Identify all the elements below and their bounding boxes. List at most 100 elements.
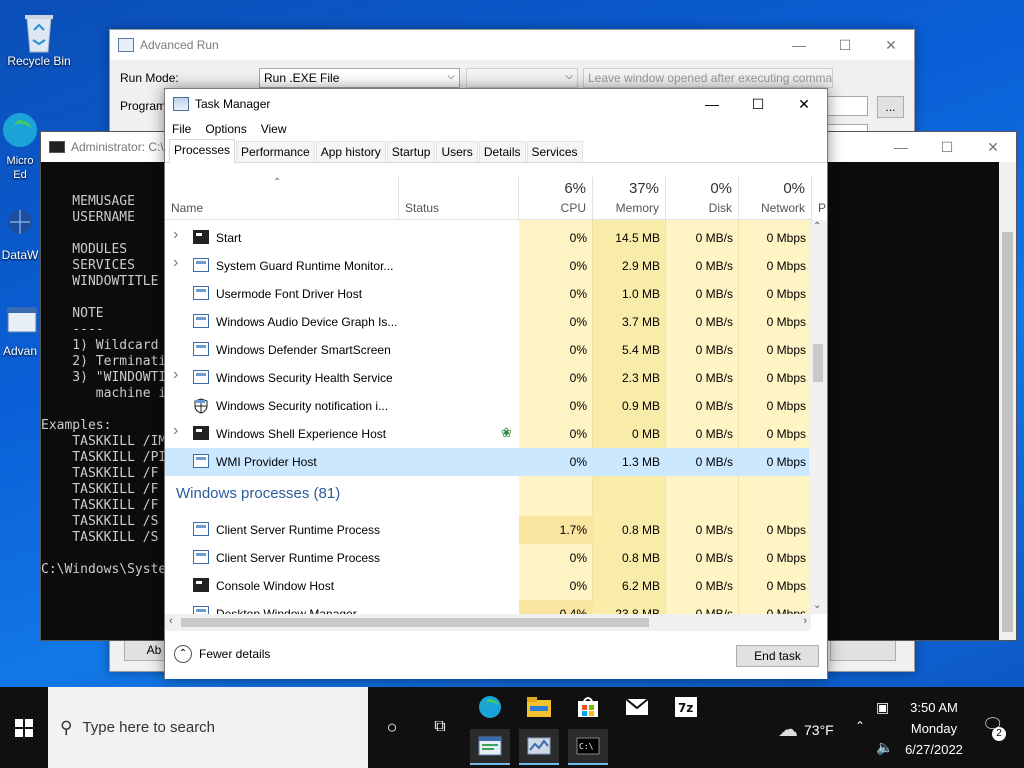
process-list-hscrollbar[interactable]: ‹ › bbox=[165, 614, 811, 631]
process-row[interactable]: WMI Provider Host 0% 1.3 MB 0 MB/s 0 Mbps bbox=[165, 448, 811, 476]
process-row[interactable]: Console Window Host 0% 6.2 MB 0 MB/s 0 Mbps bbox=[165, 572, 811, 600]
tab-performance[interactable]: Performance bbox=[236, 141, 315, 162]
process-list-scrollbar-thumb[interactable] bbox=[813, 344, 823, 382]
process-row[interactable]: Windows Audio Device Graph Is... 0% 3.7 MB… bbox=[165, 308, 811, 336]
fewer-details-button[interactable]: ⌃ Fewer details bbox=[174, 645, 270, 663]
process-name-cell: WMI Provider Host bbox=[165, 448, 519, 476]
tab-startup[interactable]: Startup bbox=[386, 141, 436, 162]
column-disk[interactable]: 0% Disk bbox=[666, 177, 739, 220]
advanced-run-titlebar[interactable]: Advanced Run — ☐ ✕ bbox=[110, 30, 914, 60]
process-name: Desktop Window Manager bbox=[216, 607, 357, 614]
process-row[interactable]: Windows Defender SmartScreen 0% 5.4 MB 0 MB… bbox=[165, 336, 811, 364]
taskbar-search[interactable]: ⚲ Type here to search bbox=[48, 687, 368, 768]
close-icon[interactable]: ✕ bbox=[970, 132, 1016, 162]
show-hidden-icons[interactable]: ⌃ bbox=[855, 719, 865, 733]
7zip-icon[interactable]: 7z bbox=[666, 689, 706, 725]
scroll-right-icon[interactable]: › bbox=[803, 615, 807, 627]
minimize-icon[interactable]: — bbox=[689, 89, 735, 119]
weather-widget[interactable]: ☁ 73°F bbox=[778, 717, 834, 742]
column-status[interactable]: Status bbox=[399, 177, 519, 220]
tab-details[interactable]: Details bbox=[478, 141, 526, 162]
chevron-right-icon[interactable]: › bbox=[173, 422, 178, 440]
end-task-button[interactable]: End task bbox=[736, 645, 819, 667]
volume-icon[interactable]: 🔈 bbox=[876, 739, 893, 756]
desktop-icon-advanced-run[interactable]: Advan bbox=[0, 300, 40, 358]
tab-processes[interactable]: Processes bbox=[169, 139, 236, 163]
process-row[interactable]: Desktop Window Manager 0.4% 23.8 MB 0 MB/s 0… bbox=[165, 600, 811, 614]
process-cpu-cell: 0% bbox=[569, 399, 587, 413]
network-icon[interactable]: ▣ bbox=[876, 699, 889, 716]
close-icon[interactable]: ✕ bbox=[781, 89, 827, 119]
process-name-cell: › Windows Shell Experience Host ❀ bbox=[165, 420, 519, 448]
browse-button[interactable]: ... bbox=[877, 96, 904, 118]
scroll-down-icon[interactable]: ⌄ bbox=[813, 600, 821, 611]
scroll-left-icon[interactable]: ‹ bbox=[169, 615, 173, 627]
maximize-icon[interactable]: ☐ bbox=[924, 132, 970, 162]
maximize-icon[interactable]: ☐ bbox=[822, 30, 868, 60]
minimize-icon[interactable]: — bbox=[776, 30, 822, 60]
tab-app-history[interactable]: App history bbox=[315, 141, 386, 162]
desktop-icon-label: Micro Ed bbox=[6, 155, 34, 181]
desktop-icon-dataw[interactable]: DataW bbox=[0, 204, 40, 262]
edge-icon[interactable] bbox=[470, 689, 510, 725]
process-row[interactable]: Client Server Runtime Process 0% 0.8 MB 0 M… bbox=[165, 544, 811, 572]
column-status-label: Status bbox=[405, 201, 440, 215]
chevron-right-icon[interactable]: › bbox=[173, 226, 178, 244]
task-manager-titlebar[interactable]: Task Manager — ☐ ✕ bbox=[165, 89, 827, 119]
minimize-icon[interactable]: — bbox=[878, 132, 924, 162]
process-cpu-cell: 0% bbox=[569, 287, 587, 301]
process-row[interactable]: › System Guard Runtime Monitor... 0% 2.9 MB… bbox=[165, 252, 811, 280]
advanced-run-button-right[interactable] bbox=[830, 639, 896, 661]
desktop-icon-recycle-bin[interactable]: Recycle Bin bbox=[2, 10, 76, 68]
secondary-select[interactable]: ⌵ bbox=[466, 68, 578, 88]
column-network[interactable]: 0% Network bbox=[739, 177, 812, 220]
task-manager-taskbar-icon[interactable] bbox=[519, 729, 559, 765]
advanced-run-taskbar-icon[interactable] bbox=[470, 729, 510, 765]
process-memory-cell: 5.4 MB bbox=[621, 343, 660, 357]
menu-options[interactable]: Options bbox=[205, 122, 246, 136]
search-icon: ⚲ bbox=[60, 717, 73, 737]
console-scrollbar-thumb[interactable] bbox=[1002, 232, 1013, 632]
column-memory[interactable]: 37% Memory bbox=[593, 177, 666, 220]
console-scrollbar[interactable] bbox=[999, 162, 1016, 640]
console-output[interactable]: MEMUSAGE USERNAME MODULES SERVICES WINDO… bbox=[41, 162, 166, 578]
process-row[interactable]: Windows Security notification i... 0% 0.9 … bbox=[165, 392, 811, 420]
process-row[interactable]: › Windows Security Health Service 0% 2.3 MB… bbox=[165, 364, 811, 392]
process-cpu-cell: 0% bbox=[519, 448, 593, 476]
task-view-icon[interactable]: ⧉ bbox=[420, 709, 460, 745]
leave-window-option[interactable]: Leave window opened after executing comm… bbox=[583, 68, 833, 88]
process-cpu-cell: 0% bbox=[569, 427, 587, 441]
process-row[interactable]: › Start 0% 14.5 MB 0 MB/s 0 Mbps bbox=[165, 224, 811, 252]
mail-icon[interactable] bbox=[617, 689, 657, 725]
store-icon[interactable] bbox=[568, 689, 608, 725]
tab-services[interactable]: Services bbox=[526, 141, 583, 162]
file-explorer-icon[interactable] bbox=[519, 689, 559, 725]
column-name[interactable]: ⌃ Name bbox=[165, 177, 399, 220]
process-name-cell: Client Server Runtime Process bbox=[165, 516, 519, 544]
start-button[interactable] bbox=[0, 687, 48, 768]
maximize-icon[interactable]: ☐ bbox=[735, 89, 781, 119]
menu-file[interactable]: File bbox=[172, 122, 191, 136]
chevron-right-icon[interactable]: › bbox=[173, 254, 178, 272]
process-row[interactable]: Client Server Runtime Process 1.7% 0.8 MB 0… bbox=[165, 516, 811, 544]
desktop-icon-edge[interactable]: Micro Ed bbox=[0, 110, 40, 182]
tab-users[interactable]: Users bbox=[436, 141, 478, 162]
column-power[interactable]: P bbox=[812, 177, 832, 220]
column-cpu[interactable]: 6% CPU bbox=[519, 177, 593, 220]
cortana-icon[interactable]: ○ bbox=[372, 709, 412, 745]
process-list-scrollbar[interactable]: ⌃ ⌄ bbox=[809, 220, 827, 614]
chevron-right-icon[interactable]: › bbox=[173, 366, 178, 384]
clock[interactable]: 3:50 AM Monday 6/27/2022 bbox=[900, 697, 968, 760]
process-row[interactable]: › Windows Shell Experience Host ❀ 0% 0 MB 0 M… bbox=[165, 420, 811, 448]
process-list-hscrollbar-thumb[interactable] bbox=[181, 618, 649, 627]
notification-center[interactable]: 🗨 2 bbox=[982, 715, 1010, 743]
console-taskbar-icon[interactable]: C:\ bbox=[568, 729, 608, 765]
advanced-run-app-icon bbox=[118, 38, 134, 52]
process-cpu-cell: 0% bbox=[569, 371, 587, 385]
cloud-icon: ☁ bbox=[778, 719, 798, 741]
process-row[interactable]: Usermode Font Driver Host 0% 1.0 MB 0 MB/s 0… bbox=[165, 280, 811, 308]
close-icon[interactable]: ✕ bbox=[868, 30, 914, 60]
menu-view[interactable]: View bbox=[261, 122, 287, 136]
scroll-up-icon[interactable]: ⌃ bbox=[813, 221, 821, 232]
run-mode-select[interactable]: Run .EXE File ⌵ bbox=[259, 68, 460, 88]
